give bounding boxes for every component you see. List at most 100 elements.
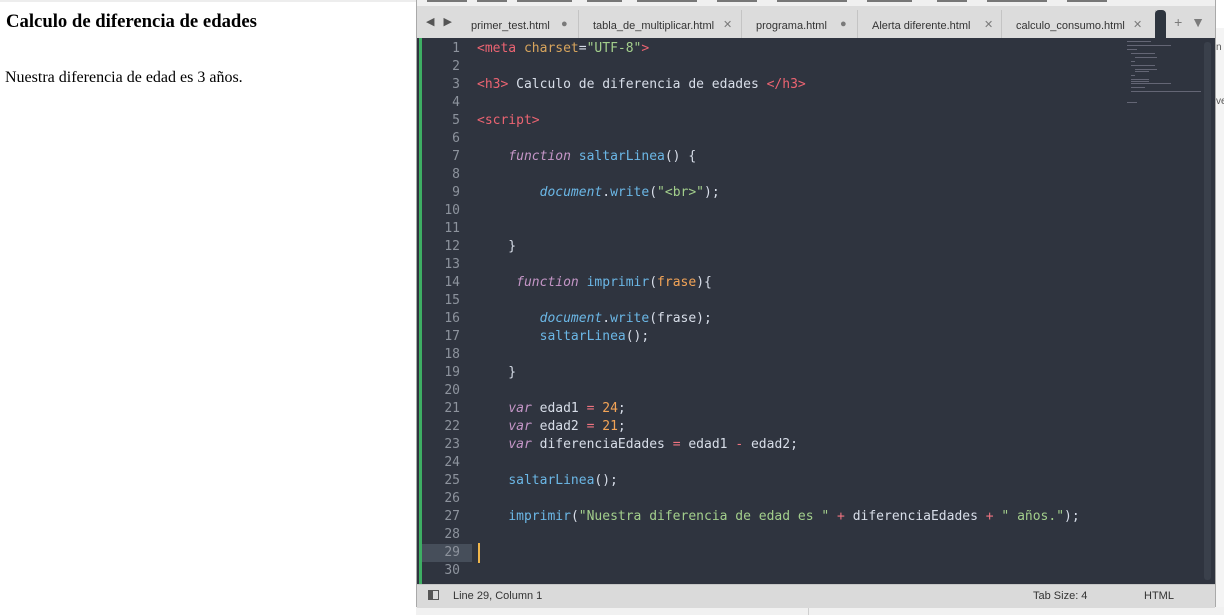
code-token: - bbox=[735, 437, 744, 452]
line-number: 23 bbox=[444, 437, 460, 452]
code-line[interactable]: document.write(frase); bbox=[477, 310, 712, 328]
new-tab-icon[interactable]: + bbox=[1174, 14, 1182, 30]
code-line[interactable]: function saltarLinea() { bbox=[477, 148, 696, 166]
code-token: saltarLinea bbox=[539, 329, 626, 344]
line-number: 13 bbox=[444, 257, 460, 272]
code-token: <script> bbox=[477, 113, 540, 128]
code-line[interactable]: } bbox=[477, 364, 516, 382]
code-line[interactable]: <meta charset="UTF-8"> bbox=[477, 40, 649, 58]
tab-nav-arrows-icon[interactable]: ◀ ▶ bbox=[426, 15, 455, 28]
tab-label: calculo_consumo.html bbox=[1016, 20, 1125, 32]
line-number: 27 bbox=[444, 509, 460, 524]
tab-label: programa.html bbox=[756, 20, 827, 32]
tab-tabla-de-multiplicar[interactable]: tabla_de_multiplicar.html ✕ bbox=[579, 10, 742, 38]
cursor-position[interactable]: Line 29, Column 1 bbox=[453, 590, 542, 602]
panel-toggle-icon[interactable] bbox=[428, 590, 439, 600]
code-line[interactable]: imprimir("Nuestra diferencia de edad es … bbox=[477, 508, 1080, 526]
code-token: (); bbox=[594, 473, 618, 488]
code-token: = bbox=[672, 437, 681, 452]
code-token: document bbox=[539, 185, 603, 200]
code-line[interactable]: <h3> Calculo de diferencia de edades </h… bbox=[477, 76, 806, 94]
code-line[interactable]: } bbox=[477, 238, 516, 256]
line-number: 3 bbox=[452, 77, 460, 92]
code-line[interactable]: saltarLinea(); bbox=[477, 472, 618, 490]
line-number: 24 bbox=[444, 455, 460, 470]
code-token: diferenciaEdades bbox=[844, 509, 986, 524]
code-token: . bbox=[602, 185, 611, 200]
code-token: imprimir bbox=[586, 275, 650, 290]
code-line[interactable]: document.write("<br>"); bbox=[477, 184, 720, 202]
tab-primer-test[interactable]: primer_test.html ● bbox=[457, 10, 579, 38]
code-token: " años." bbox=[1001, 509, 1065, 524]
code-area[interactable]: 1 2 3 4 5 6 7 8 9 10 11 12 13 14 15 16 17 18 19 20 21 22 23 24 2… bbox=[417, 38, 1215, 584]
syntax-selector[interactable]: HTML bbox=[1144, 590, 1174, 602]
code-line[interactable]: function imprimir(frase){ bbox=[477, 274, 712, 292]
code-token: (frase); bbox=[649, 311, 712, 326]
close-icon[interactable]: ✕ bbox=[723, 18, 732, 31]
code-line[interactable]: var edad2 = 21; bbox=[477, 418, 625, 436]
tab-calculo-consumo[interactable]: calculo_consumo.html ✕ bbox=[1002, 10, 1156, 38]
code-token: ){ bbox=[696, 275, 712, 290]
code-token: + bbox=[985, 509, 994, 524]
line-number: 28 bbox=[444, 527, 460, 542]
close-icon[interactable]: ✕ bbox=[984, 18, 993, 31]
line-number: 7 bbox=[452, 149, 460, 164]
background-window-text: n bbox=[1216, 42, 1222, 53]
line-number: 26 bbox=[444, 491, 460, 506]
code-token: "Nuestra diferencia de edad es " bbox=[578, 509, 830, 524]
code-token: var bbox=[508, 419, 532, 434]
code-line[interactable]: saltarLinea(); bbox=[477, 328, 650, 346]
tab-alerta-diferente[interactable]: Alerta diferente.html ✕ bbox=[858, 10, 1002, 38]
code-token: = bbox=[578, 41, 587, 56]
minimap[interactable] bbox=[1125, 40, 1203, 110]
tab-active[interactable] bbox=[1155, 10, 1166, 38]
line-number: 12 bbox=[444, 239, 460, 254]
line-number: 9 bbox=[452, 185, 460, 200]
code-token: 21 bbox=[602, 419, 618, 434]
code-line[interactable]: var diferenciaEdades = edad1 - edad2; bbox=[477, 436, 798, 454]
vertical-scrollbar[interactable] bbox=[1204, 42, 1211, 580]
line-number: 19 bbox=[444, 365, 460, 380]
code-token: 24 bbox=[602, 401, 618, 416]
unsaved-dot-icon[interactable]: ● bbox=[561, 18, 568, 30]
code-token: > bbox=[641, 41, 650, 56]
tab-label: tabla_de_multiplicar.html bbox=[593, 20, 715, 32]
code-token: (); bbox=[625, 329, 650, 344]
line-number: 8 bbox=[452, 167, 460, 182]
browser-page: Calculo de diferencia de edades Nuestra … bbox=[0, 0, 416, 615]
code-token: edad1 bbox=[531, 401, 587, 416]
chevron-down-icon[interactable]: ▼ bbox=[1191, 14, 1205, 30]
code-token: diferenciaEdades bbox=[531, 437, 673, 452]
line-number: 29 bbox=[444, 545, 460, 560]
code-token: ); bbox=[1064, 509, 1080, 524]
line-number: 30 bbox=[444, 563, 460, 578]
line-number: 22 bbox=[444, 419, 460, 434]
tab-programa[interactable]: programa.html ● bbox=[742, 10, 858, 38]
line-number: 1 bbox=[452, 41, 460, 56]
tab-bar: ◀ ▶ primer_test.html ● tabla_de_multipli… bbox=[417, 6, 1215, 38]
tab-size-selector[interactable]: Tab Size: 4 bbox=[1033, 590, 1087, 602]
close-icon[interactable]: ✕ bbox=[1133, 18, 1142, 31]
code-editor-window[interactable]: ◀ ▶ primer_test.html ● tabla_de_multipli… bbox=[416, 0, 1216, 608]
unsaved-dot-icon[interactable]: ● bbox=[840, 18, 847, 30]
code-token: document bbox=[539, 311, 603, 326]
code-token: saltarLinea bbox=[578, 149, 665, 164]
code-line[interactable]: var edad1 = 24; bbox=[477, 400, 625, 418]
code-token: <meta bbox=[477, 41, 517, 56]
code-line[interactable]: <script> bbox=[477, 112, 540, 130]
background-strip bbox=[416, 607, 1224, 615]
line-number: 2 bbox=[452, 59, 460, 74]
line-number: 21 bbox=[444, 401, 460, 416]
code-token: saltarLinea bbox=[508, 473, 595, 488]
